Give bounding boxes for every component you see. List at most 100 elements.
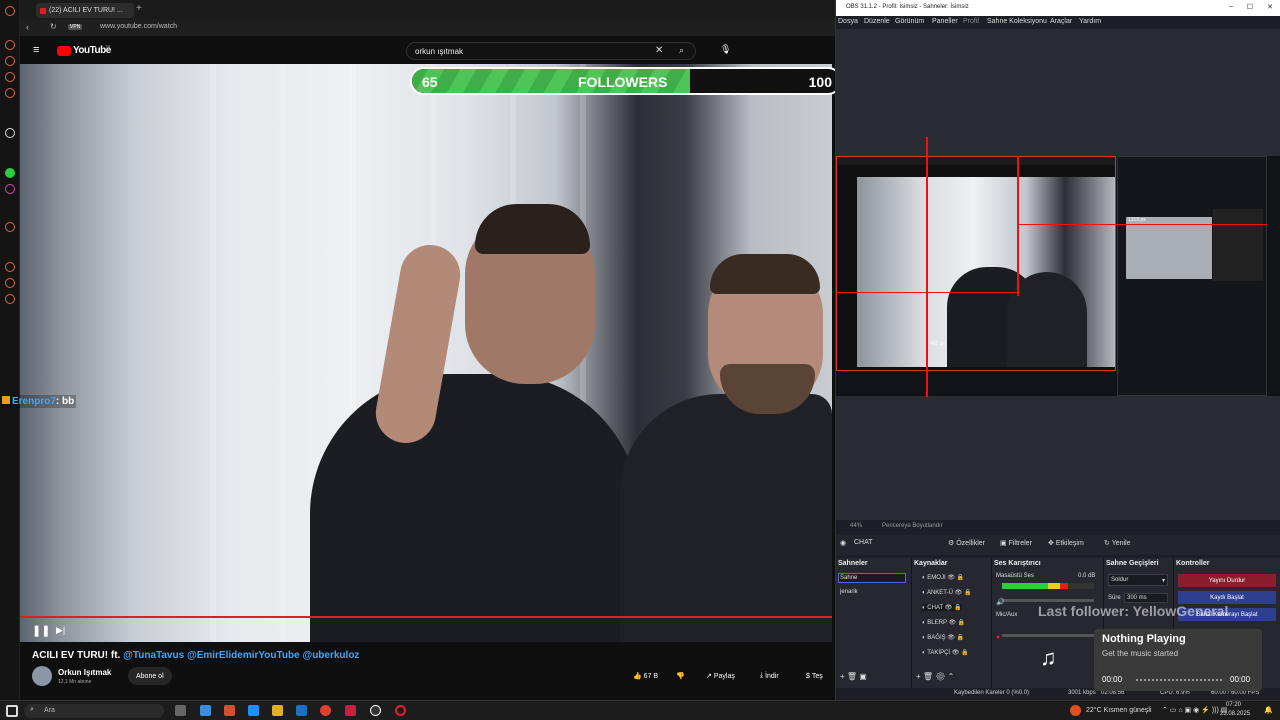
outlook-icon[interactable] (296, 705, 307, 716)
clear-search-icon[interactable]: ✕ (655, 45, 663, 56)
visibility-eye-icon[interactable]: 👁 (945, 605, 953, 611)
lock-icon[interactable]: 🔒 (954, 605, 961, 611)
close-icon[interactable]: ✕ (1267, 3, 1273, 11)
store-icon[interactable] (200, 705, 211, 716)
stop-stream-button[interactable]: Yayını Durdur (1178, 574, 1276, 587)
system-tray-icons[interactable]: ⌃ ▭ ⌂ ▣ ◉ ⚡ ))) ▤ (1162, 706, 1227, 714)
source-item[interactable]: ◐ ANKET-Ü 👁 🔒 (922, 589, 971, 596)
task-view-icon[interactable] (175, 705, 186, 716)
search-input[interactable]: orkun ışıtmak ✕ ⌕ (406, 42, 696, 60)
vpn-badge[interactable]: VPN (68, 24, 83, 30)
transition-select[interactable]: Soldur ▾ (1108, 574, 1168, 586)
mixer-mic-slider[interactable] (1002, 634, 1094, 637)
aria-icon[interactable] (5, 56, 15, 66)
obs-preview[interactable]: 462 px 1319 px (836, 29, 1280, 520)
file-explorer-icon[interactable] (272, 705, 283, 716)
preview-side-source[interactable]: 1319 px (1117, 156, 1267, 396)
menu-tools[interactable]: Araçlar (1050, 18, 1072, 25)
source-item[interactable]: ◐ BLERP 👁 🔒 (922, 619, 965, 626)
source-add-icon[interactable]: + 🗑 ⚙ ⌃ (916, 672, 954, 681)
visibility-eye-icon[interactable]: 👁 (955, 590, 963, 596)
download-button[interactable]: ⤓ İndir (752, 667, 787, 685)
pause-icon[interactable]: ❚❚ (32, 624, 50, 637)
scene-add-icon[interactable]: + 🗑 ▣ (840, 672, 867, 681)
voice-search-icon[interactable]: 🎙 (720, 44, 731, 55)
thanks-button[interactable]: $ Teş (798, 667, 823, 685)
source-item[interactable]: ◐ BAĞIŞ 👁 🔒 (922, 634, 964, 641)
obs-icon[interactable] (370, 705, 381, 716)
visibility-eye-icon[interactable]: 👁 (952, 650, 960, 656)
like-button[interactable]: 👍 67 B (625, 667, 666, 685)
video-progress-bar[interactable] (20, 616, 832, 618)
taskbar-search[interactable]: ⌕ Ara (24, 704, 164, 718)
channel-avatar[interactable] (32, 666, 52, 686)
notification-icon[interactable]: 🔔 (1264, 706, 1273, 714)
menu-profile[interactable]: Profil (963, 18, 979, 25)
youtube-logo-icon[interactable] (57, 46, 71, 56)
video-title-mentions[interactable]: @TunaTavus @EmirElidemirYouTube @uberkul… (123, 650, 359, 661)
clock-time[interactable]: 07:20 (1226, 702, 1241, 708)
duration-input[interactable]: 300 ms (1124, 593, 1168, 603)
clock-icon[interactable] (5, 262, 15, 272)
scene-item-jenarik[interactable]: jenarik (840, 589, 858, 595)
instagram-icon[interactable] (5, 184, 15, 194)
source-item[interactable]: ◐ CHAT 👁 🔒 (922, 604, 962, 611)
mail-icon[interactable] (345, 705, 356, 716)
source-item[interactable]: ◐ EMOJI 👁 🔒 (922, 574, 964, 581)
scene-item-sahne[interactable]: Sahne (838, 573, 906, 583)
opera-icon[interactable] (395, 705, 406, 716)
menu-view[interactable]: Görünüm (895, 18, 924, 25)
subscribe-button[interactable]: Abone ol (128, 667, 172, 685)
menu-help[interactable]: Yardım (1079, 18, 1101, 25)
lock-icon[interactable]: 🔒 (958, 620, 965, 626)
download-icon[interactable] (5, 278, 15, 288)
channel-name[interactable]: Orkun Işıtmak (58, 668, 111, 677)
history-icon[interactable] (5, 40, 15, 50)
properties-button[interactable]: ⚙ Özellikler (948, 539, 985, 547)
hamburger-menu-icon[interactable]: ≡ (33, 44, 39, 56)
menu-file[interactable]: Dosya (838, 18, 858, 25)
share-button[interactable]: ↗ Paylaş (698, 667, 743, 685)
start-icon[interactable] (6, 705, 18, 717)
dislike-icon[interactable]: 👎 (668, 667, 693, 685)
lock-icon[interactable]: 🔒 (964, 590, 971, 596)
player-icon[interactable] (5, 222, 15, 232)
twitch-icon[interactable] (5, 72, 15, 82)
maximize-icon[interactable]: ☐ (1247, 3, 1253, 11)
speaker-icon[interactable]: 🔊 (996, 598, 1005, 606)
menu-docks[interactable]: Paneller (932, 18, 958, 25)
reload-icon[interactable]: ↻ (50, 22, 57, 31)
menu-scene-collection[interactable]: Sahne Koleksiyonu (987, 18, 1047, 25)
visibility-eye-icon[interactable]: 👁 (947, 575, 955, 581)
minimize-icon[interactable]: – (1229, 3, 1233, 10)
preview-browser-source[interactable]: 462 px (836, 156, 1116, 371)
chrome-icon[interactable] (320, 705, 331, 716)
url-field[interactable]: www.youtube.com/watch (100, 23, 177, 30)
lock-icon[interactable]: 🔒 (957, 575, 964, 581)
bookmark-icon[interactable] (5, 88, 15, 98)
video-player[interactable]: ❚❚ ▶| (20, 64, 832, 642)
search-icon[interactable]: ⌕ (679, 45, 684, 56)
filters-button[interactable]: ▣ Filtreler (1000, 539, 1032, 547)
app-icon[interactable] (224, 705, 235, 716)
new-tab-icon[interactable]: + (136, 3, 142, 14)
zoom-level[interactable]: 44% (850, 523, 862, 529)
refresh-button[interactable]: ↻ Yenile (1104, 539, 1131, 547)
next-icon[interactable]: ▶| (56, 625, 65, 636)
interact-button[interactable]: ✥ Etkileşim (1048, 539, 1084, 547)
settings-icon[interactable] (5, 294, 15, 304)
lock-icon[interactable]: 🔒 (957, 635, 964, 641)
weather-text[interactable]: 22°C Kısmen güneşli (1086, 707, 1151, 714)
opera-logo-icon[interactable] (5, 6, 15, 16)
menu-edit[interactable]: Düzenle (864, 18, 890, 25)
fit-to-window[interactable]: Pencereye Boyutlandır (882, 523, 943, 529)
back-icon[interactable]: ‹ (26, 22, 29, 32)
mixer-desktop-slider[interactable] (1002, 599, 1094, 602)
whatsapp-icon[interactable] (5, 168, 15, 178)
lock-icon[interactable]: 🔒 (961, 650, 968, 656)
visibility-eye-icon[interactable]: 👁 (947, 635, 955, 641)
mic-muted-icon[interactable]: ● (996, 634, 1000, 641)
visibility-eye-icon[interactable]: 👁 (949, 620, 957, 626)
aria-ai-icon[interactable] (5, 128, 15, 138)
edge-icon[interactable] (248, 705, 259, 716)
